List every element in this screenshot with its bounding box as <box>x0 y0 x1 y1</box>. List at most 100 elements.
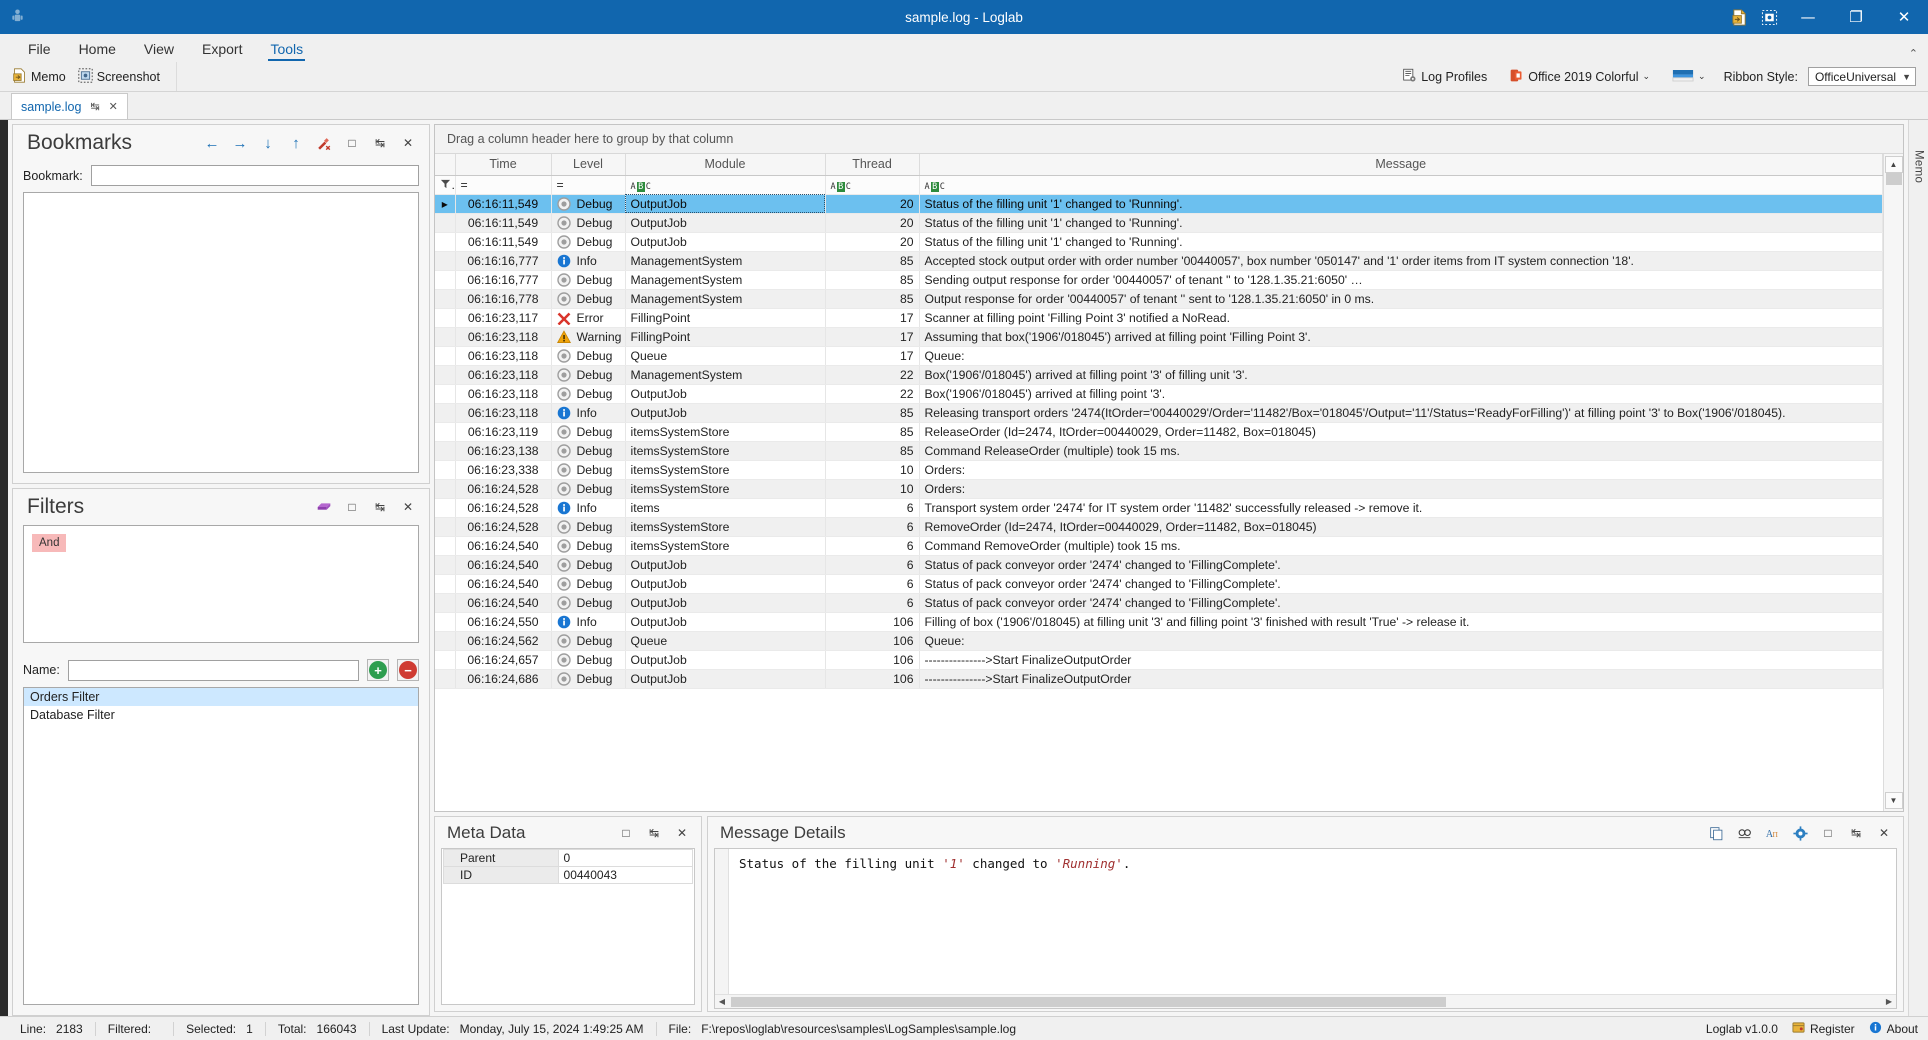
close-tab-icon[interactable]: ✕ <box>109 100 118 113</box>
ribbon-tab-export[interactable]: Export <box>188 38 256 62</box>
forward-arrow-icon[interactable]: → <box>227 131 253 155</box>
scroll-thumb[interactable] <box>731 996 1446 1007</box>
row-indicator[interactable] <box>435 308 456 328</box>
ribbon-memo-button[interactable]: Memo <box>8 66 74 88</box>
table-row[interactable]: ▸ 06:16:11,549 Debug OutputJob 20 Status of t… <box>435 194 1883 214</box>
table-row[interactable]: 06:16:24,528 Debug itemsSystemStore 10 Order… <box>435 479 1883 499</box>
row-indicator[interactable] <box>435 650 456 670</box>
row-indicator[interactable] <box>435 536 456 556</box>
row-indicator[interactable] <box>435 270 456 290</box>
column-header-module[interactable]: Module <box>625 154 826 176</box>
table-row[interactable]: 06:16:24,540 Debug OutputJob 6 Status of pac… <box>435 593 1883 613</box>
scroll-up-button[interactable]: ▲ <box>1884 156 1903 173</box>
close-panel-icon[interactable]: ✕ <box>395 131 421 155</box>
column-header-thread[interactable]: Thread <box>825 154 920 176</box>
table-row[interactable]: 06:16:24,686 Debug OutputJob 106 -----------… <box>435 669 1883 689</box>
table-row[interactable]: 06:16:23,338 Debug itemsSystemStore 10 Order… <box>435 460 1883 480</box>
row-indicator[interactable] <box>435 460 456 480</box>
grid-vertical-scrollbar[interactable]: ▲ ▼ <box>1883 154 1903 811</box>
color-scheme-selector[interactable]: ⌄ <box>1668 66 1714 88</box>
collapse-ribbon-icon[interactable]: ⌃ <box>1909 47 1918 60</box>
copy-icon[interactable] <box>1703 821 1729 845</box>
filter-level-op[interactable]: = <box>551 175 626 195</box>
column-header-level[interactable]: Level <box>551 154 626 176</box>
row-indicator[interactable] <box>435 365 456 385</box>
document-tab-sample-log[interactable]: sample.log ↹ ✕ <box>11 93 128 119</box>
ribbon-tab-tools[interactable]: Tools <box>256 38 317 62</box>
table-row[interactable]: 06:16:23,118 Info OutputJob 85 Releasing tra… <box>435 403 1883 423</box>
filter-name-input[interactable] <box>67 659 359 681</box>
filter-message-op[interactable]: ABC <box>919 175 1883 195</box>
column-header-time[interactable]: Time <box>455 154 552 176</box>
filter-block-icon[interactable] <box>311 495 337 519</box>
table-row[interactable]: 06:16:24,540 Debug OutputJob 6 Status of pac… <box>435 574 1883 594</box>
memo-icon[interactable] <box>1724 0 1754 34</box>
row-indicator[interactable] <box>435 555 456 575</box>
row-indicator[interactable] <box>435 517 456 537</box>
table-row[interactable]: 06:16:23,118 Debug ManagementSystem 22 Box('… <box>435 365 1883 385</box>
scroll-thumb[interactable] <box>1885 173 1902 185</box>
table-row[interactable]: 06:16:23,138 Debug itemsSystemStore 85 Comma… <box>435 441 1883 461</box>
row-indicator[interactable] <box>435 422 456 442</box>
message-details-text[interactable]: Status of the filling unit '1' changed t… <box>729 849 1896 994</box>
group-by-dropzone[interactable]: Drag a column header here to group by th… <box>435 125 1903 154</box>
maximize-panel-icon[interactable]: □ <box>339 495 365 519</box>
row-indicator[interactable] <box>435 232 456 252</box>
scroll-down-button[interactable]: ▼ <box>1884 792 1903 809</box>
list-item[interactable]: Database Filter <box>24 706 418 724</box>
filter-and-chip[interactable]: And <box>32 534 67 552</box>
find-icon[interactable] <box>1731 821 1757 845</box>
table-row[interactable]: 06:16:23,118 Debug Queue 17 Queue: <box>435 346 1883 366</box>
remove-filter-button[interactable]: − <box>397 659 419 681</box>
maximize-button[interactable]: ❐ <box>1832 0 1880 34</box>
saved-filters-list[interactable]: Orders Filter Database Filter <box>23 687 419 1005</box>
row-indicator[interactable] <box>435 498 456 518</box>
ribbon-tab-home[interactable]: Home <box>65 38 130 62</box>
ribbon-screenshot-button[interactable]: Screenshot <box>74 66 168 88</box>
register-button[interactable]: Register <box>1792 1021 1855 1037</box>
down-arrow-icon[interactable]: ↓ <box>255 131 281 155</box>
table-row[interactable]: 06:16:23,119 Debug itemsSystemStore 85 Relea… <box>435 422 1883 442</box>
column-header-message[interactable]: Message <box>919 154 1883 176</box>
table-row[interactable]: 06:16:24,528 Info items 6 Transport system o… <box>435 498 1883 518</box>
table-row[interactable]: 06:16:16,777 Info ManagementSystem 85 Accept… <box>435 251 1883 271</box>
table-row[interactable]: 06:16:24,550 Info OutputJob 106 Filling of b… <box>435 612 1883 632</box>
filter-thread-op[interactable]: ABC <box>825 175 920 195</box>
font-icon[interactable]: AΠ <box>1759 821 1785 845</box>
scroll-track[interactable] <box>729 996 1882 1007</box>
bookmark-input[interactable] <box>90 165 419 186</box>
screenshot-icon[interactable] <box>1754 0 1784 34</box>
back-arrow-icon[interactable]: ← <box>199 131 225 155</box>
scroll-left-button[interactable]: ◀ <box>715 997 729 1006</box>
row-indicator[interactable] <box>435 574 456 594</box>
bookmarks-list[interactable] <box>23 192 419 473</box>
scroll-right-button[interactable]: ▶ <box>1882 997 1896 1006</box>
about-button[interactable]: About <box>1869 1021 1918 1037</box>
row-indicator[interactable] <box>435 384 456 404</box>
row-indicator[interactable] <box>435 593 456 613</box>
row-indicator[interactable] <box>435 631 456 651</box>
table-row[interactable]: 06:16:23,118 Warning FillingPoint 17 Assumin… <box>435 327 1883 347</box>
table-row[interactable]: ID 00440043 <box>443 866 694 884</box>
row-indicator[interactable] <box>435 213 456 233</box>
theme-selector[interactable]: Office 2019 Colorful ⌄ <box>1505 66 1658 88</box>
clear-bookmarks-icon[interactable] <box>311 131 337 155</box>
row-indicator[interactable]: ▸ <box>435 194 456 214</box>
list-item[interactable]: Orders Filter <box>24 688 418 706</box>
row-indicator[interactable] <box>435 327 456 347</box>
filter-condition-builder[interactable]: And <box>23 525 419 643</box>
row-indicator[interactable] <box>435 346 456 366</box>
pin-panel-icon[interactable]: ↹ <box>641 821 667 845</box>
ribbon-tab-file[interactable]: File <box>14 38 65 62</box>
table-row[interactable]: 06:16:16,777 Debug ManagementSystem 85 Sendi… <box>435 270 1883 290</box>
chevron-down-icon[interactable]: ▼ <box>1902 72 1911 82</box>
table-row[interactable]: 06:16:24,657 Debug OutputJob 106 -----------… <box>435 650 1883 670</box>
table-row[interactable]: 06:16:23,118 Debug OutputJob 22 Box('1906'/0… <box>435 384 1883 404</box>
filter-module-op[interactable]: ABC <box>625 175 826 195</box>
settings-gear-icon[interactable] <box>1787 821 1813 845</box>
table-row[interactable]: 06:16:24,562 Debug Queue 106 Queue: <box>435 631 1883 651</box>
log-profiles-button[interactable]: Log Profiles <box>1398 66 1495 88</box>
chevron-down-icon[interactable]: ⌄ <box>1698 71 1706 82</box>
table-row[interactable]: 06:16:16,778 Debug ManagementSystem 85 Outpu… <box>435 289 1883 309</box>
pin-panel-icon[interactable]: ↹ <box>367 495 393 519</box>
